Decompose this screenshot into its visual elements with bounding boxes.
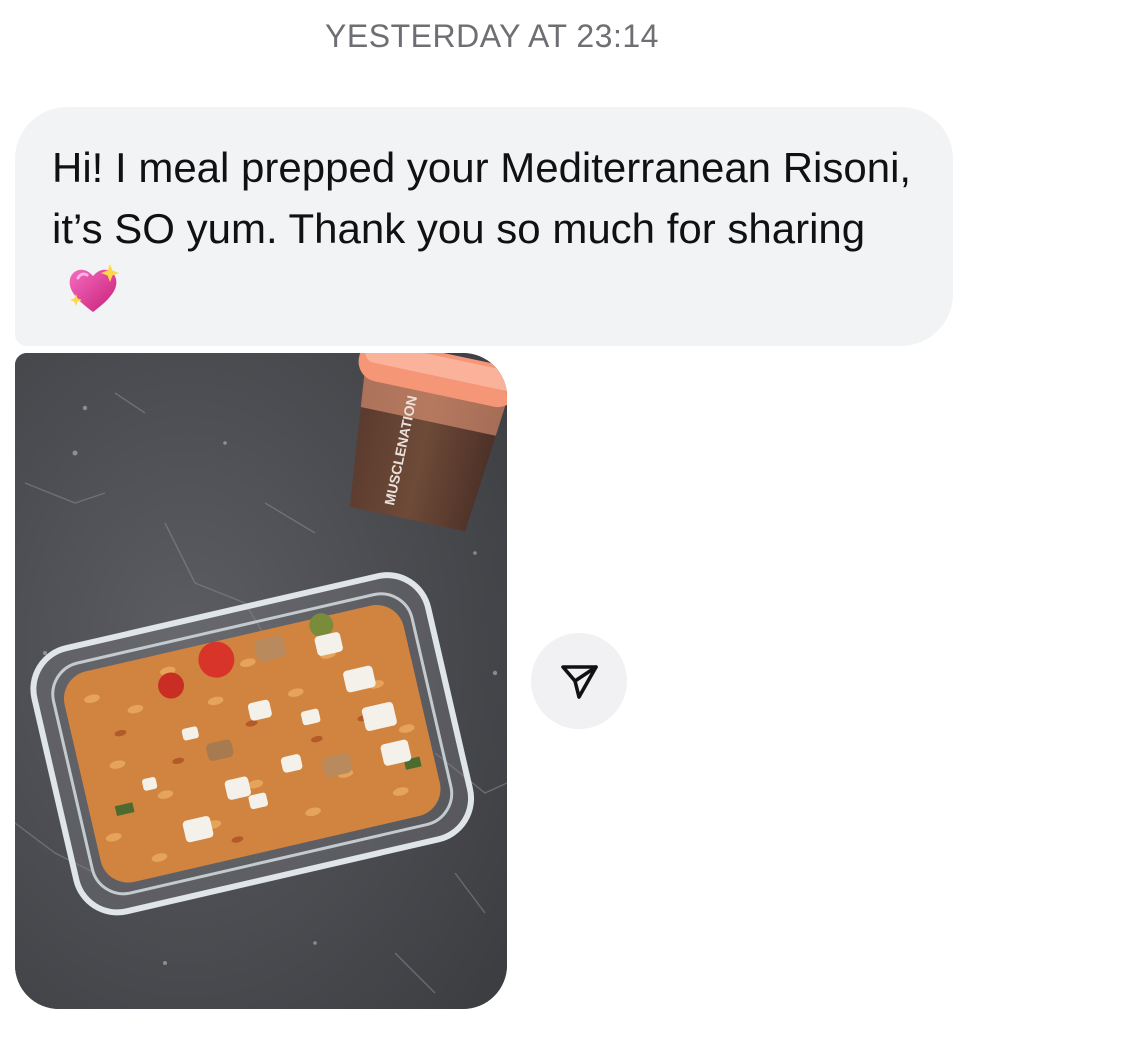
sparkling-heart-emoji-icon [64,260,122,318]
message-bubble[interactable]: Hi! I meal prepped your Mediterranean Ri… [15,107,953,346]
meal-prep-photo[interactable]: MUSCLENATION [15,353,507,1009]
message-timestamp: YESTERDAY AT 23:14 [325,18,659,54]
message-text: Hi! I meal prepped your Mediterranean Ri… [52,144,912,252]
share-button[interactable] [531,633,627,729]
paper-plane-icon [561,665,598,699]
